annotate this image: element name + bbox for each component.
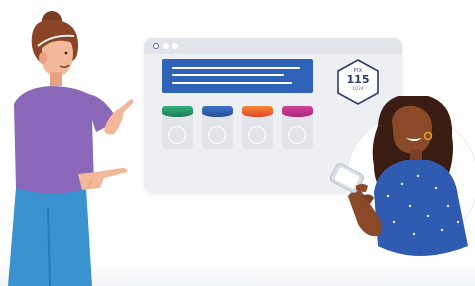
image-placeholder-icon — [248, 126, 266, 144]
product-card-orange — [242, 106, 273, 149]
card-header — [202, 106, 233, 117]
product-card-magenta — [282, 106, 313, 149]
woman-pointing-illustration — [8, 11, 134, 286]
card-header — [242, 106, 273, 117]
text-line-placeholder — [172, 82, 292, 84]
card-header — [282, 106, 313, 117]
text-line-placeholder — [172, 67, 300, 69]
window-control-dot — [172, 43, 178, 49]
browser-title-bar — [144, 38, 402, 54]
card-header — [162, 106, 193, 117]
window-control-dot — [153, 43, 159, 49]
image-placeholder-icon — [288, 126, 306, 144]
product-card-green — [162, 106, 193, 149]
badge-subtext: 1024 — [352, 87, 364, 92]
window-control-dot — [163, 43, 169, 49]
image-placeholder-icon — [208, 126, 226, 144]
image-placeholder-icon — [168, 126, 186, 144]
hero-banner — [162, 59, 313, 93]
badge-value: 115 — [346, 73, 370, 86]
product-card-blue — [202, 106, 233, 149]
text-line-placeholder — [172, 74, 284, 76]
woman-with-phone-illustration — [329, 96, 475, 256]
illustration-scene: PIX 115 1024 — [0, 0, 475, 286]
